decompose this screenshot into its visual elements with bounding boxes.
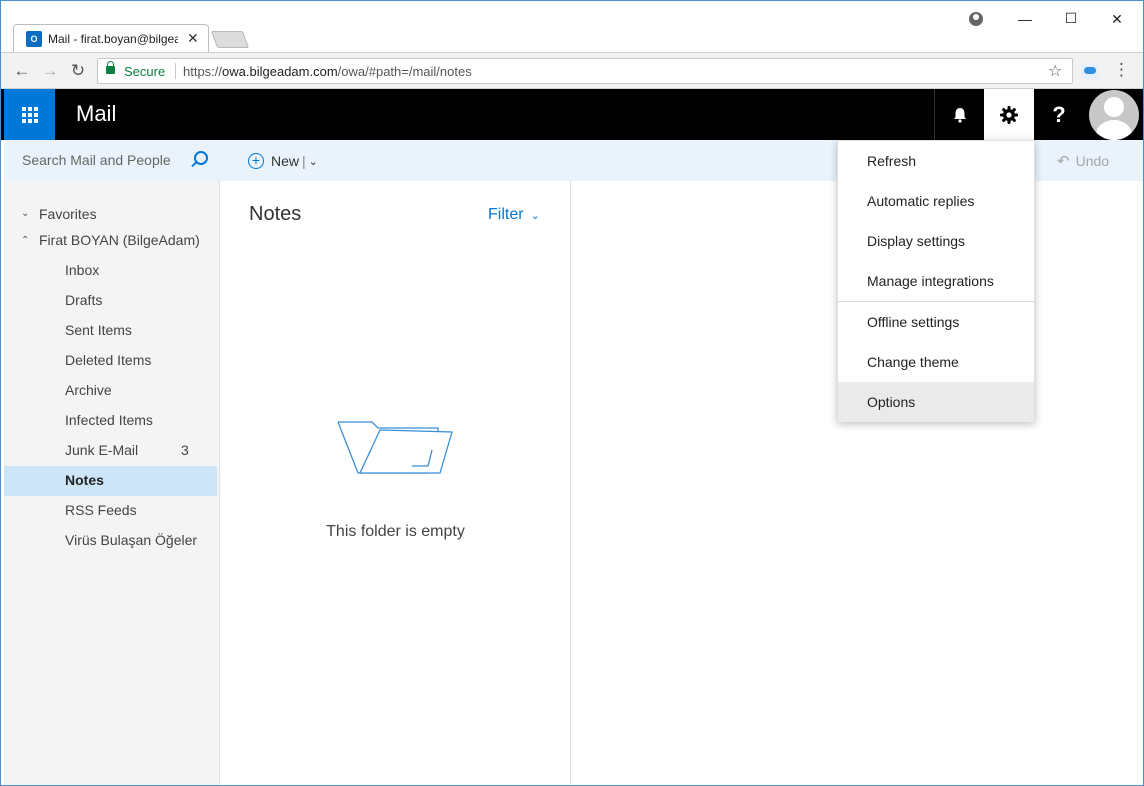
owa-header: Mail ? [1,89,1143,140]
folder-name: RSS Feeds [65,502,137,518]
menu-item-label: Manage integrations [867,273,994,289]
bell-icon [953,107,966,123]
filter-label: Filter [488,206,524,223]
chevron-up-icon[interactable]: ⌃ [21,235,29,246]
lock-icon [106,61,115,74]
menu-item-label: Refresh [867,153,917,169]
account-group[interactable]: ⌃ Firat BOYAN (BilgeAdam) [4,232,217,252]
folder-virus-items[interactable]: Virüs Bulaşan Öğeler [4,526,217,556]
tab-close-icon[interactable]: ✕ [187,30,199,47]
new-tab-button[interactable] [210,31,250,48]
chevron-down-icon[interactable]: ⌄ [21,208,29,219]
unread-count-badge: 3 [181,442,189,458]
menu-item-manage-integrations[interactable]: Manage integrations [838,261,1034,301]
folder-name: Sent Items [65,322,132,338]
folder-sent-items[interactable]: Sent Items [4,316,217,346]
folder-pane: ⌄ Favorites ⌃ Firat BOYAN (BilgeAdam) In… [4,181,220,785]
secure-label: Secure [124,64,166,79]
search-icon[interactable] [194,151,208,165]
back-icon[interactable]: ← [12,61,32,81]
menu-item-label: Display settings [867,233,966,249]
folder-name: Virüs Bulaşan Öğeler [65,532,198,548]
url-divider [175,63,176,79]
new-separator: | [302,153,306,169]
empty-folder-message: This folder is empty [326,523,465,540]
help-icon: ? [1052,102,1066,127]
menu-item-label: Offline settings [867,314,960,330]
empty-folder-icon [337,421,453,474]
folder-infected-items[interactable]: Infected Items [4,406,217,436]
help-button[interactable]: ? [1034,89,1084,140]
menu-item-display-settings[interactable]: Display settings [838,221,1034,261]
app-launcher-button[interactable] [4,89,55,140]
folder-inbox[interactable]: Inbox [4,256,217,286]
favorites-group[interactable]: ⌄ Favorites [4,206,217,226]
menu-item-refresh[interactable]: Refresh [838,141,1034,181]
search-box [4,140,220,181]
folder-junk-email[interactable]: Junk E-Mail 3 [4,436,217,466]
menu-item-label: Automatic replies [867,193,975,209]
avatar[interactable] [1089,90,1139,140]
forward-icon[interactable]: → [40,61,60,81]
cloud-extension-icon[interactable] [1081,63,1099,79]
filter-button[interactable]: Filter ⌄ [488,206,540,224]
favorites-label: Favorites [39,206,97,222]
plus-icon: + [248,153,264,169]
folder-name: Archive [65,382,112,398]
browser-window: O Mail - firat.boyan@bilgeadam.com ✕ — ☐… [0,0,1144,786]
app-launcher-icon [22,107,38,123]
menu-item-change-theme[interactable]: Change theme [838,342,1034,382]
menu-item-label: Change theme [867,354,959,370]
message-list: Notes Filter ⌄ This folder is empty [220,181,571,785]
tab-title: Mail - firat.boyan@bilgeadam.com [48,32,178,46]
maximize-icon[interactable]: ☐ [1061,10,1081,27]
folder-title: Notes [249,203,302,225]
folder-name: Drafts [65,292,103,308]
folder-archive[interactable]: Archive [4,376,217,406]
reload-icon[interactable]: ↻ [68,61,88,81]
undo-label: Undo [1075,153,1110,169]
url-path: /owa/#path=/mail/notes [337,64,472,79]
settings-button[interactable] [984,89,1034,140]
star-icon[interactable]: ☆ [1048,61,1062,81]
settings-menu: Refresh Automatic replies Display settin… [837,140,1035,422]
url-field[interactable]: Secure https://owa.bilgeadam.com/owa/#pa… [97,58,1073,84]
browser-profile-icon[interactable] [969,12,983,26]
menu-item-label: Options [867,394,916,410]
undo-icon: ↶ [1057,153,1070,170]
folder-notes[interactable]: Notes [4,466,217,496]
new-button[interactable]: + New | ⌄ [248,151,318,171]
url-text: https://owa.bilgeadam.com/owa/#path=/mai… [183,64,472,79]
minimize-icon[interactable]: — [1015,11,1035,27]
chevron-down-icon[interactable]: ⌄ [309,155,318,168]
url-host: owa.bilgeadam.com [222,64,338,79]
account-label: Firat BOYAN (BilgeAdam) [39,232,200,248]
chevron-down-icon: ⌄ [530,210,540,222]
menu-item-options[interactable]: Options [838,382,1034,422]
browser-tab-mail[interactable]: O Mail - firat.boyan@bilgeadam.com ✕ [13,24,209,53]
app-title: Mail [76,101,117,126]
folder-name: Notes [65,472,104,488]
menu-item-automatic-replies[interactable]: Automatic replies [838,181,1034,221]
notifications-button[interactable] [934,89,984,140]
gear-icon [1000,105,1018,124]
folder-drafts[interactable]: Drafts [4,286,217,316]
address-bar: ← → ↻ Secure https://owa.bilgeadam.com/o… [1,52,1143,89]
browser-menu-icon[interactable]: ⋮ [1113,60,1130,80]
title-bar: O Mail - firat.boyan@bilgeadam.com ✕ — ☐… [1,1,1143,53]
folder-rss-feeds[interactable]: RSS Feeds [4,496,217,526]
folder-name: Junk E-Mail [65,442,139,458]
outlook-favicon-icon: O [26,31,42,47]
window-close-icon[interactable]: ✕ [1107,11,1127,28]
folder-name: Infected Items [65,412,153,428]
search-input[interactable] [22,152,192,168]
folder-name: Deleted Items [65,352,152,368]
url-scheme: https:// [183,64,223,79]
menu-item-offline-settings[interactable]: Offline settings [838,302,1034,342]
new-label: New [271,153,300,169]
folder-deleted-items[interactable]: Deleted Items [4,346,217,376]
undo-button[interactable]: ↶ Undo [1057,152,1109,170]
folder-name: Inbox [65,262,100,278]
